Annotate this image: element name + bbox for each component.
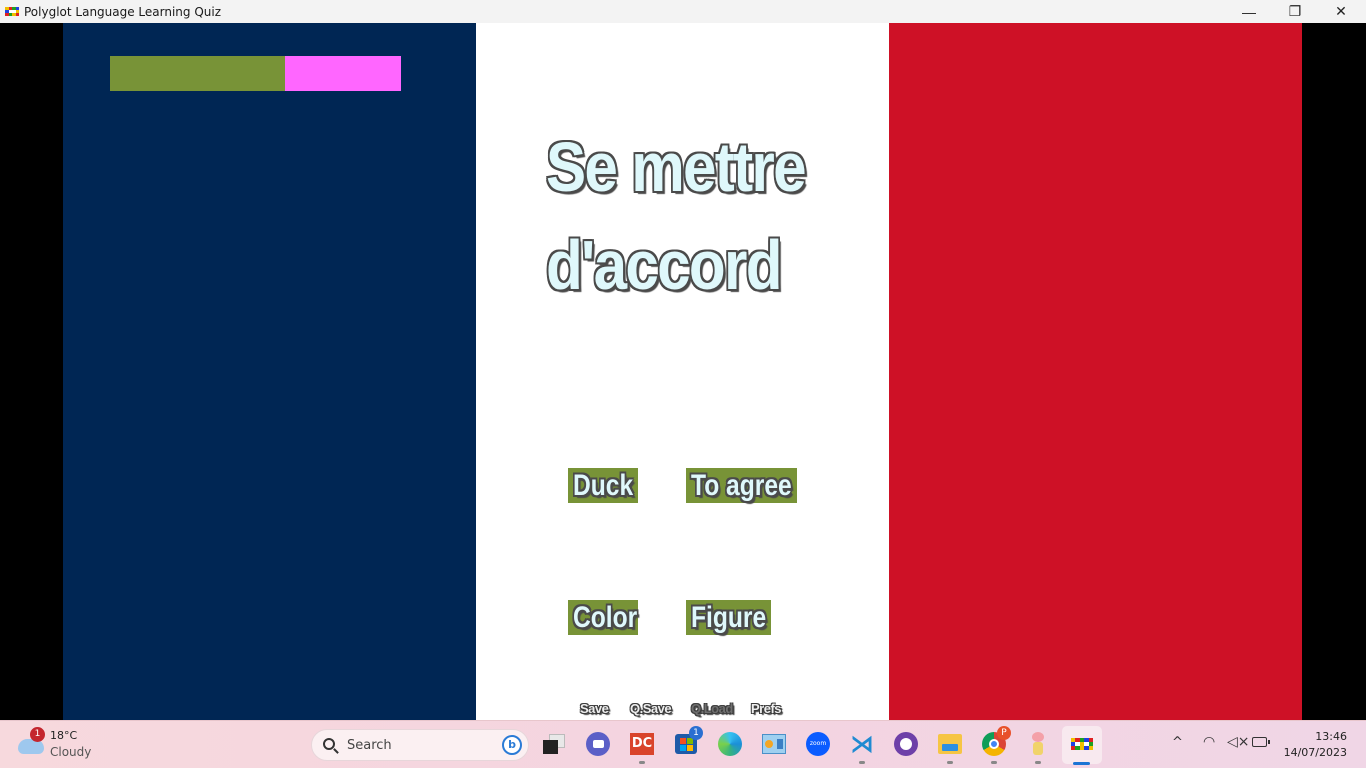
taskbar: 1 18°C Cloudy Search b DC 1 zoom ⋊ P ^ ◠… <box>0 720 1366 768</box>
notification-badge: 1 <box>30 727 45 742</box>
flag-stripe-red <box>889 23 1302 720</box>
task-view-icon[interactable] <box>541 731 567 757</box>
close-icon: ✕ <box>1335 3 1347 19</box>
taskbar-search[interactable]: Search b <box>311 729 529 761</box>
progress-remaining <box>284 56 401 91</box>
answer-label: Duck <box>573 469 634 502</box>
control-panel-icon[interactable] <box>761 731 787 757</box>
running-indicator <box>859 761 865 764</box>
polyglot-quiz-icon[interactable] <box>1069 731 1095 757</box>
zoom-meetings-camera-icon[interactable] <box>585 731 611 757</box>
clock-date[interactable]: 14/07/2023 <box>1284 746 1347 759</box>
answer-label: Figure <box>691 601 767 634</box>
restore-button[interactable]: ❐ <box>1272 0 1318 23</box>
weather-widget[interactable]: 1 18°C Cloudy <box>16 727 106 763</box>
question-line-1: Se mettre <box>546 128 807 206</box>
quiz-progress-bar <box>110 56 401 91</box>
answer-label: Color <box>573 601 638 634</box>
bing-icon[interactable]: b <box>502 735 522 755</box>
running-indicator <box>639 761 645 764</box>
minimize-button[interactable]: — <box>1226 0 1272 23</box>
show-hidden-icons-chevron[interactable]: ^ <box>1172 735 1183 750</box>
answer-button-to-agree[interactable]: To agree <box>686 468 797 503</box>
file-explorer-icon[interactable] <box>937 731 963 757</box>
anime-character-app-icon[interactable] <box>1025 731 1051 757</box>
chrome-icon[interactable]: P <box>981 726 1011 757</box>
running-indicator <box>947 761 953 764</box>
search-placeholder: Search <box>347 738 392 753</box>
wifi-icon[interactable]: ◠ <box>1203 734 1215 750</box>
minimize-icon: — <box>1242 3 1256 20</box>
running-indicator <box>1035 761 1041 764</box>
weather-temperature: 18°C <box>50 729 78 742</box>
volume-muted-icon[interactable]: ◁× <box>1227 734 1250 750</box>
vscode-icon[interactable]: ⋊ <box>849 731 875 757</box>
window-title: Polyglot Language Learning Quiz <box>24 4 222 19</box>
app-logo-icon <box>5 6 19 17</box>
edge-browser-icon[interactable] <box>717 731 743 757</box>
double-commander-icon[interactable]: DC <box>629 731 655 757</box>
restore-icon: ❐ <box>1288 3 1302 19</box>
flag-stripe-blue <box>63 23 476 720</box>
quick-menu-quick-load[interactable]: Q.Load <box>691 701 733 716</box>
title-bar: Polyglot Language Learning Quiz — ❐ ✕ <box>0 0 1366 23</box>
quick-menu-save[interactable]: Save <box>580 701 609 716</box>
github-desktop-icon[interactable] <box>893 731 919 757</box>
answer-label: To agree <box>691 469 792 502</box>
store-badge: 1 <box>689 726 703 740</box>
microsoft-store-icon[interactable]: 1 <box>673 726 703 757</box>
quick-menu-quick-save[interactable]: Q.Save <box>630 701 672 716</box>
search-icon <box>323 738 335 750</box>
game-canvas: Se mettre d'accord Duck To agree Color F… <box>0 23 1366 720</box>
answer-button-figure[interactable]: Figure <box>686 600 771 635</box>
active-app-indicator <box>1073 762 1090 765</box>
quick-menu-preferences[interactable]: Prefs <box>751 701 782 716</box>
weather-description: Cloudy <box>50 745 92 759</box>
running-indicator <box>991 761 997 764</box>
question-word: Se mettre d'accord <box>546 118 830 314</box>
battery-charging-icon[interactable] <box>1252 737 1270 747</box>
clock-time[interactable]: 13:46 <box>1315 730 1347 743</box>
windows-start-icon[interactable] <box>273 733 297 757</box>
zoom-label: zoom <box>806 732 830 756</box>
chrome-profile-badge: P <box>997 726 1011 740</box>
close-button[interactable]: ✕ <box>1318 0 1364 23</box>
answer-button-color[interactable]: Color <box>568 600 638 635</box>
question-line-2: d'accord <box>546 226 782 304</box>
progress-fill <box>110 56 285 91</box>
zoom-app-icon[interactable]: zoom <box>805 731 831 757</box>
answer-button-duck[interactable]: Duck <box>568 468 638 503</box>
